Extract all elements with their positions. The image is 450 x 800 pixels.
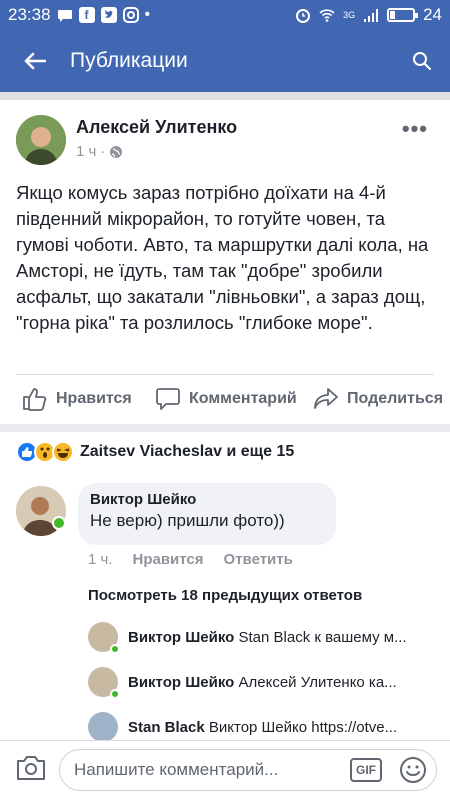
reply-text: Stan Black к вашему м... — [238, 628, 407, 646]
reply-text: Виктор Шейко https://otve... — [208, 718, 398, 736]
reply-author[interactable]: Виктор Шейко — [128, 629, 234, 646]
post-options-button[interactable]: ••• — [402, 116, 428, 142]
post-author[interactable]: Алексей Улитенко — [76, 117, 237, 138]
reply-author[interactable]: Stan Black — [128, 719, 205, 736]
actions-divider — [16, 374, 434, 375]
facebook-notification-icon: f — [78, 7, 95, 23]
comment-meta: 1 ч. Нравится Ответить — [88, 551, 293, 568]
comment-text: Не верю) пришли фото)) — [90, 511, 285, 530]
reply-avatar[interactable] — [88, 712, 118, 742]
thumbs-up-icon — [23, 388, 47, 411]
sticker-smile-icon[interactable] — [398, 755, 428, 785]
search-button[interactable] — [394, 30, 450, 92]
author-avatar[interactable] — [16, 115, 66, 165]
network-type: 3G — [343, 10, 356, 20]
reply-text: Алексей Улитенко ка... — [238, 673, 397, 691]
comment-reply-button[interactable]: Ответить — [224, 551, 293, 568]
avatar-photo — [16, 115, 66, 165]
gif-button[interactable]: GIF — [350, 758, 382, 782]
back-arrow-icon — [24, 52, 46, 70]
post-time[interactable]: 1 ч — [76, 143, 96, 160]
page-title: Публикации — [70, 49, 188, 72]
reply-item[interactable]: Виктор Шейко Алексей Улитенко ка... — [88, 666, 438, 699]
online-indicator — [52, 516, 66, 530]
comment-label: Комментарий — [189, 390, 297, 407]
online-indicator — [110, 689, 120, 699]
wifi-icon — [319, 9, 335, 22]
reactions-summary[interactable]: Zaitsev Viacheslav и еще 15 — [16, 441, 294, 463]
comment-bubble[interactable]: Виктор Шейко Не верю) пришли фото)) — [78, 483, 336, 545]
like-label: Нравится — [56, 390, 132, 407]
reply-item[interactable]: Виктор Шейко Stan Black к вашему м... — [88, 621, 438, 654]
comment-composer: Напишите комментарий... GIF — [0, 740, 450, 800]
comment-like-button[interactable]: Нравится — [133, 551, 204, 568]
reply-item[interactable]: Stan Black Виктор Шейко https://otve... — [88, 711, 438, 743]
reply-avatar[interactable] — [88, 622, 120, 654]
view-previous-replies[interactable]: Посмотреть 18 предыдущих ответов — [88, 587, 362, 604]
section-divider — [0, 424, 450, 432]
comment-button[interactable]: Комментарий — [155, 387, 297, 411]
reactions-text: Zaitsev Viacheslav и еще 15 — [80, 443, 295, 460]
post-actions: Нравится Комментарий Поделиться — [0, 380, 450, 418]
search-icon — [413, 52, 431, 70]
post-text: Якщо комусь зараз потрібно доїхати на 4-… — [16, 182, 429, 333]
battery-icon — [387, 8, 419, 22]
share-label: Поделиться — [347, 390, 444, 407]
back-button[interactable] — [0, 30, 70, 92]
status-time: 23:38 — [8, 5, 51, 24]
app-bar: Публикации — [0, 30, 450, 92]
reply-avatar[interactable] — [88, 667, 120, 699]
online-indicator — [110, 644, 120, 654]
comment-placeholder: Напишите комментарий... — [74, 760, 279, 779]
haha-reaction-icon — [52, 441, 74, 463]
meta-dot: · — [100, 143, 106, 160]
comment-input[interactable]: Напишите комментарий... GIF — [59, 749, 437, 791]
reply-author[interactable]: Виктор Шейко — [128, 674, 234, 691]
battery-level: 24 — [423, 5, 442, 24]
twitter-icon — [100, 7, 117, 23]
share-icon — [314, 388, 338, 409]
instagram-icon — [122, 7, 139, 23]
message-icon — [57, 10, 72, 22]
comment-author[interactable]: Виктор Шейко — [90, 491, 324, 508]
camera-icon[interactable] — [15, 754, 47, 782]
globe-icon — [110, 145, 123, 158]
top-divider — [0, 92, 450, 100]
comment-time: 1 ч. — [88, 551, 113, 568]
like-button[interactable]: Нравится — [22, 387, 132, 411]
share-button[interactable]: Поделиться — [313, 387, 443, 411]
signal-icon — [364, 9, 379, 22]
comment-icon — [156, 388, 180, 410]
more-notifications-icon: • — [144, 6, 151, 23]
status-bar: 23:38 f • 3G 24 — [0, 0, 450, 30]
post-meta: 1 ч · — [76, 143, 123, 160]
alarm-icon — [296, 9, 311, 23]
